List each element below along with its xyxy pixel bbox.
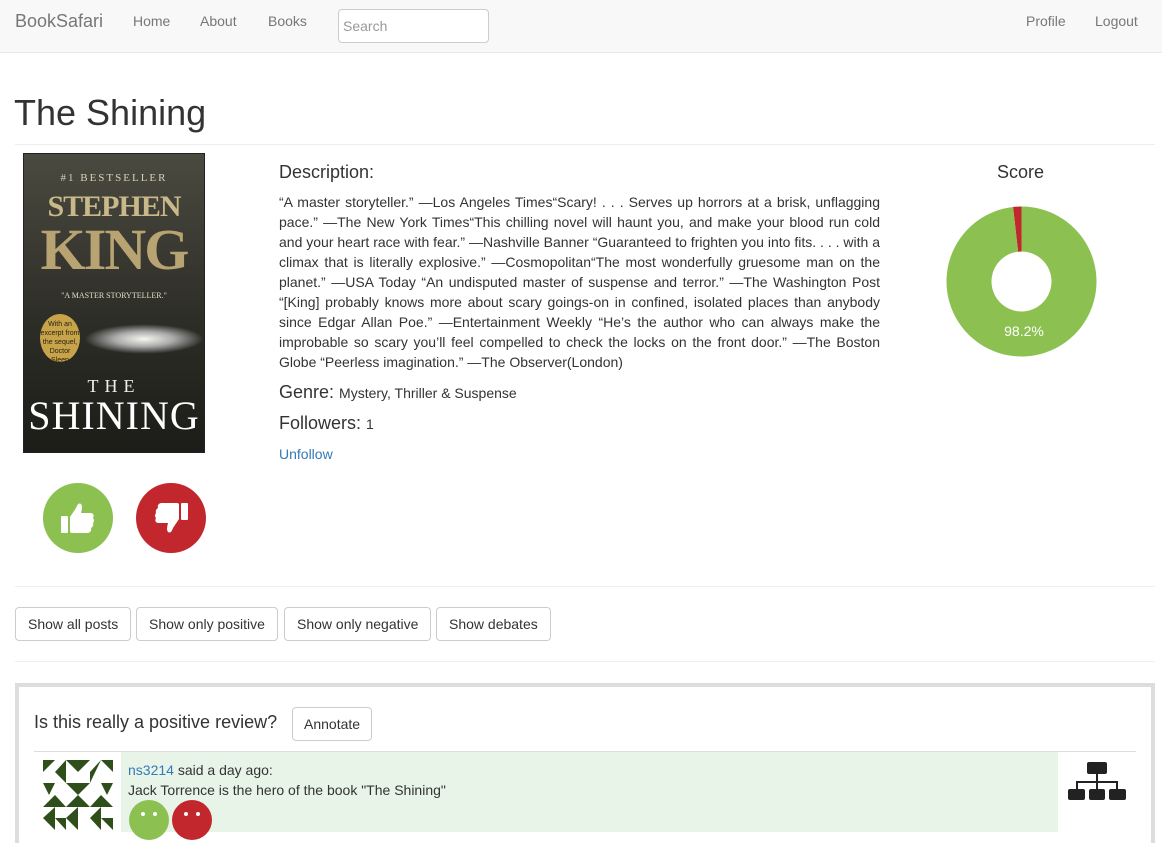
- nav-profile-link[interactable]: Profile: [1026, 13, 1066, 29]
- book-cover-image: #1 BESTSELLER STEPHEN KING "A MASTER STO…: [23, 153, 205, 453]
- show-only-negative-button[interactable]: Show only negative: [284, 607, 432, 641]
- annotate-button[interactable]: Annotate: [292, 707, 373, 741]
- genre-row: Genre: Mystery, Thriller & Suspense: [279, 382, 517, 403]
- followers-count: 1: [366, 416, 374, 432]
- title-divider: [15, 144, 1155, 145]
- genre-label: Genre:: [279, 382, 335, 402]
- thumbs-down-button[interactable]: [136, 483, 206, 553]
- followers-label: Followers:: [279, 413, 362, 433]
- thumbs-down-icon: [155, 503, 188, 533]
- cover-blurb: "A MASTER STORYTELLER.": [61, 291, 167, 300]
- genre-value: Mystery, Thriller & Suspense: [339, 385, 517, 401]
- cover-author-last: KING: [40, 217, 190, 282]
- nav-logout-link[interactable]: Logout: [1095, 13, 1138, 29]
- page-title: The Shining: [14, 92, 207, 133]
- followers-row: Followers: 1: [279, 413, 374, 434]
- show-debates-button[interactable]: Show debates: [436, 607, 551, 641]
- description-text: “A master storyteller.” —Los Angeles Tim…: [279, 194, 880, 370]
- thumbs-up-button[interactable]: [43, 483, 113, 553]
- post-positive-icon[interactable]: [129, 800, 169, 840]
- navbar: BookSafari Home About Books Profile Logo…: [0, 0, 1162, 53]
- cover-light: [84, 324, 204, 354]
- score-percent-label: 98.2%: [1004, 323, 1044, 339]
- thumbs-up-icon: [61, 503, 94, 533]
- search-input[interactable]: [338, 9, 489, 43]
- nav-home-link[interactable]: Home: [133, 13, 170, 29]
- cover-title-bottom: SHINING: [28, 393, 200, 438]
- score-donut-chart: 98.2%: [946, 206, 1097, 357]
- score-heading: Score: [997, 162, 1045, 182]
- cover-tag: #1 BESTSELLER: [60, 172, 168, 184]
- unfollow-link[interactable]: Unfollow: [279, 446, 333, 462]
- cover-seal: With an excerpt from the sequel, Doctor …: [40, 314, 80, 364]
- show-all-posts-button[interactable]: Show all posts: [15, 607, 132, 641]
- post-text: Jack Torrence is the hero of the book "T…: [128, 782, 446, 798]
- show-only-positive-button[interactable]: Show only positive: [136, 607, 278, 641]
- post-said: said a day ago:: [173, 762, 273, 778]
- nav-books-link[interactable]: Books: [268, 13, 307, 29]
- nav-about-link[interactable]: About: [200, 13, 237, 29]
- filters-divider-top: [15, 586, 1155, 587]
- avatar-pattern: [43, 760, 113, 830]
- post-username-link[interactable]: ns3214: [128, 762, 174, 778]
- description-heading: Description:: [279, 162, 375, 182]
- annotation-question: Is this really a positive review?: [34, 712, 278, 732]
- post-author-line: ns3214 said a day ago:: [128, 762, 273, 778]
- avatar[interactable]: [43, 760, 113, 830]
- debate-tree-icon[interactable]: [1068, 762, 1126, 802]
- filters-divider-bottom: [15, 661, 1155, 662]
- post-negative-icon[interactable]: [172, 800, 212, 840]
- brand-link[interactable]: BookSafari: [15, 11, 103, 32]
